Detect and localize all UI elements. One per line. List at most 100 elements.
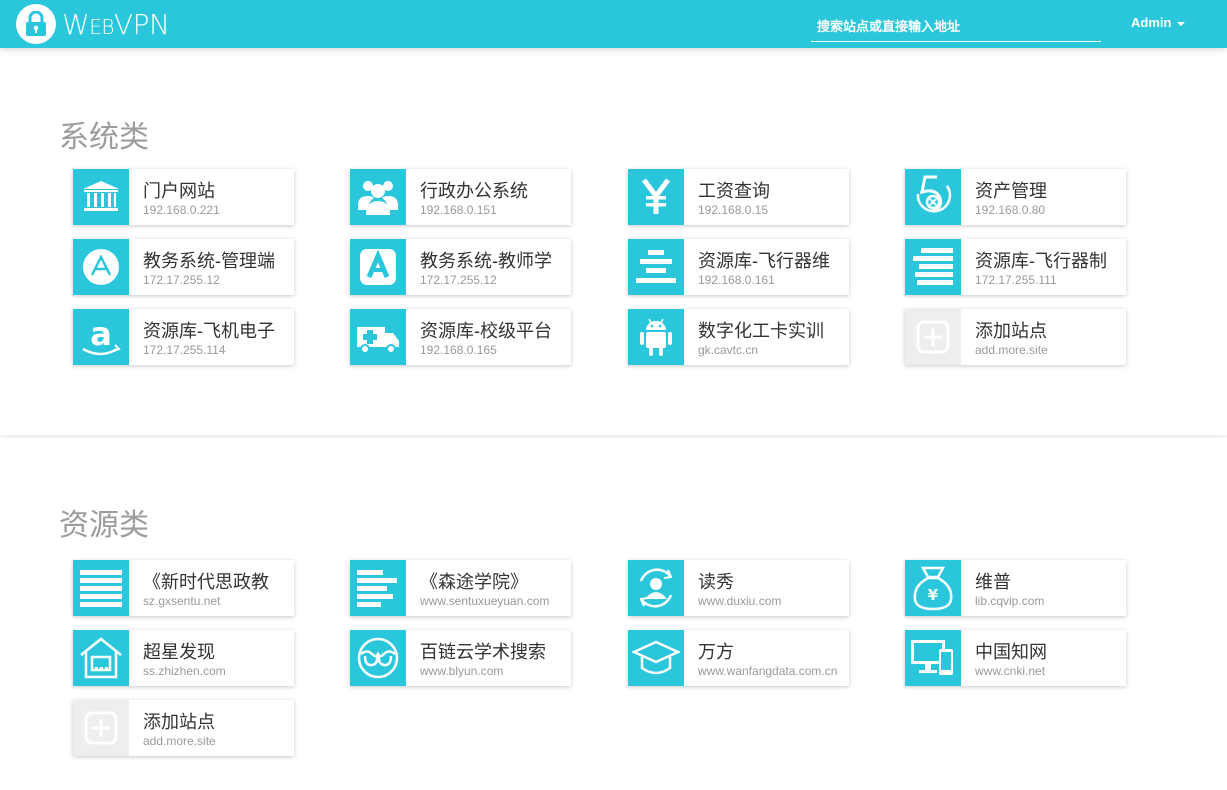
- site-address: www.sentuxueyuan.com: [420, 594, 550, 608]
- site-name: 教务系统-教师学: [420, 251, 552, 271]
- site-card[interactable]: 资源库-飞行器维 192.168.0.161: [628, 239, 849, 295]
- glasses-icon: [350, 630, 406, 686]
- brand-w: W: [62, 8, 90, 41]
- site-name: 《新时代思政教: [143, 572, 269, 592]
- site-name: 行政办公系统: [420, 181, 528, 201]
- money-bag-icon: ¥: [905, 560, 961, 616]
- site-card[interactable]: 行政办公系统 192.168.0.151: [350, 169, 571, 225]
- site-name: 教务系统-管理端: [143, 251, 275, 271]
- svg-text:¥: ¥: [928, 586, 939, 604]
- bank-icon: [73, 169, 129, 225]
- site-card[interactable]: 《森途学院》 www.sentuxueyuan.com: [350, 560, 571, 616]
- site-name: 维普: [975, 572, 1011, 592]
- site-address: lib.cqvip.com: [975, 594, 1045, 608]
- section-title: 资源类: [59, 509, 149, 542]
- brand-name: WEBVPN: [62, 8, 170, 41]
- site-card[interactable]: 门户网站 192.168.0.221: [73, 169, 294, 225]
- site-address: 192.168.0.151: [420, 203, 497, 217]
- search-input[interactable]: [811, 12, 1101, 40]
- search-box: [811, 12, 1101, 42]
- site-address: add.more.site: [143, 734, 216, 748]
- site-address: ss.zhizhen.com: [143, 664, 226, 678]
- site-card[interactable]: 百链云学术搜索 www.blyun.com: [350, 630, 571, 686]
- section-system: 系统类 门户网站 192.168.0.221 行政办公系统 192.168.0.151…: [0, 48, 1227, 435]
- site-card[interactable]: 教务系统-教师学 172.17.255.12: [350, 239, 571, 295]
- align-bars-icon: [905, 239, 961, 295]
- ambulance-icon: [350, 309, 406, 365]
- user-menu[interactable]: Admin: [1131, 15, 1186, 30]
- site-name: 中国知网: [975, 642, 1047, 662]
- site-card[interactable]: 超星发现 ss.zhizhen.com: [73, 630, 294, 686]
- site-address: 192.168.0.221: [143, 203, 220, 217]
- site-address: gk.cavtc.cn: [698, 343, 759, 357]
- site-name: 超星发现: [143, 642, 215, 662]
- align-left-icon: [350, 560, 406, 616]
- site-name: 添加站点: [975, 321, 1047, 341]
- yen-icon: [628, 169, 684, 225]
- house-icon: [73, 630, 129, 686]
- site-address: www.cnki.net: [975, 664, 1046, 678]
- brand-vpn: VPN: [113, 8, 170, 41]
- section-resources: 资源类 《新时代思政教 sz.gxsentu.net 《森途学院》 www.sentu…: [0, 438, 1227, 790]
- site-card[interactable]: 资产管理 192.168.0.80: [905, 169, 1126, 225]
- user-sync-icon: [628, 560, 684, 616]
- site-name: 数字化工卡实训: [698, 321, 824, 341]
- users-group-icon: [350, 169, 406, 225]
- site-address: 172.17.255.114: [143, 343, 226, 357]
- site-name: 资源库-飞机电子: [143, 321, 275, 341]
- devices-icon: [905, 630, 961, 686]
- site-card[interactable]: 资源库-校级平台 192.168.0.165: [350, 309, 571, 365]
- site-card[interactable]: 工资查询 192.168.0.15: [628, 169, 849, 225]
- site-address: 192.168.0.161: [698, 273, 775, 287]
- site-address: sz.gxsentu.net: [143, 594, 221, 608]
- site-address: 172.17.255.111: [975, 273, 1057, 287]
- site-name: 资源库-校级平台: [420, 321, 552, 341]
- align-center-icon: [628, 239, 684, 295]
- site-card[interactable]: 资源库-飞行器制 172.17.255.111: [905, 239, 1126, 295]
- site-address: www.duxiu.com: [698, 594, 782, 608]
- logo[interactable]: [16, 4, 56, 44]
- site-card[interactable]: 万方 www.wanfangdata.com.cn: [628, 630, 849, 686]
- app-store-circle-icon: [73, 239, 129, 295]
- site-address: add.more.site: [975, 343, 1048, 357]
- site-address: 192.168.0.80: [975, 203, 1046, 217]
- svg-text:a: a: [90, 315, 112, 353]
- site-address: www.blyun.com: [420, 664, 504, 678]
- add-site-icon: [73, 700, 129, 756]
- asset-5-icon: [905, 169, 961, 225]
- site-address: 192.168.0.15: [698, 203, 769, 217]
- site-card[interactable]: 教务系统-管理端 172.17.255.12: [73, 239, 294, 295]
- add-site-card[interactable]: 添加站点 add.more.site: [73, 700, 294, 756]
- site-name: 资源库-飞行器维: [698, 251, 830, 271]
- android-icon: [628, 309, 684, 365]
- site-name: 门户网站: [143, 181, 215, 201]
- site-name: 添加站点: [143, 712, 215, 732]
- site-card[interactable]: 《新时代思政教 sz.gxsentu.net: [73, 560, 294, 616]
- lock-icon: [26, 11, 46, 36]
- site-card[interactable]: ¥ 维普 lib.cqvip.com: [905, 560, 1126, 616]
- user-name: Admin: [1131, 15, 1172, 30]
- section-title: 系统类: [59, 121, 149, 154]
- site-name: 工资查询: [698, 181, 770, 201]
- site-card[interactable]: a 资源库-飞机电子 172.17.255.114: [73, 309, 294, 365]
- add-site-card[interactable]: 添加站点 add.more.site: [905, 309, 1126, 365]
- site-card[interactable]: 读秀 www.duxiu.com: [628, 560, 849, 616]
- graduation-cap-icon: [628, 630, 684, 686]
- site-address: www.wanfangdata.com.cn: [698, 664, 838, 678]
- brand-eb: EB: [89, 15, 114, 39]
- justify-lines-icon: [73, 560, 129, 616]
- site-name: 资源库-飞行器制: [975, 251, 1107, 271]
- site-name: 《森途学院》: [420, 572, 528, 592]
- amazon-icon: a: [73, 309, 129, 365]
- top-bar: WEBVPN Admin: [0, 0, 1227, 48]
- site-name: 资产管理: [975, 181, 1047, 201]
- add-site-icon: [905, 309, 961, 365]
- site-card[interactable]: 中国知网 www.cnki.net: [905, 630, 1126, 686]
- site-name: 百链云学术搜索: [420, 642, 546, 662]
- app-store-square-icon: [350, 239, 406, 295]
- site-address: 192.168.0.165: [420, 343, 497, 357]
- site-card[interactable]: 数字化工卡实训 gk.cavtc.cn: [628, 309, 849, 365]
- site-address: 172.17.255.12: [420, 273, 497, 287]
- site-name: 读秀: [698, 572, 734, 592]
- site-name: 万方: [698, 642, 734, 662]
